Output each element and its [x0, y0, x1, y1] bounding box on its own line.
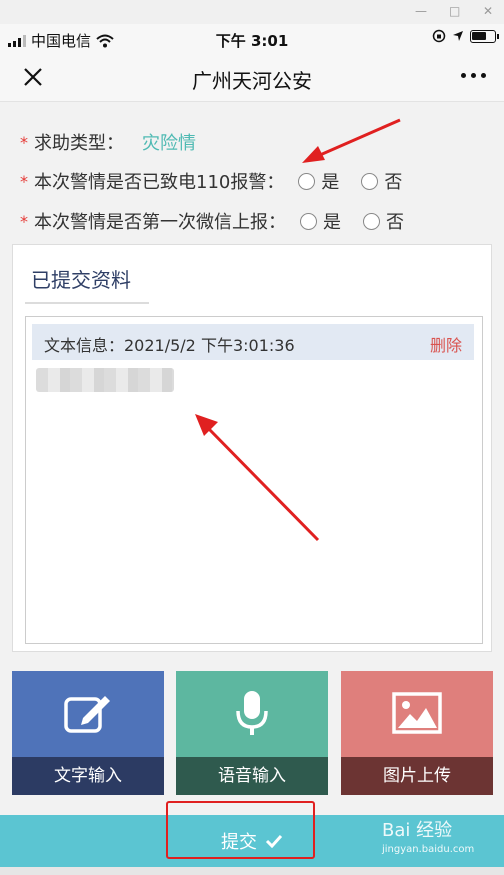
q1-yes-label[interactable]: 是 [321, 168, 339, 194]
input-buttons: 文字输入 语音输入 图片上传 [0, 671, 504, 795]
help-type-row: * 求助类型： 灾险情 [20, 129, 196, 155]
question-first-report: * 本次警情是否第一次微信上报： 是 否 [20, 208, 404, 234]
annotation-highlight-box [166, 801, 315, 859]
page-title: 广州天河公安 [192, 69, 312, 93]
main-content: * 求助类型： 灾险情 * 本次警情是否已致电110报警： 是 否 * 本次警情… [0, 103, 504, 815]
microphone-icon [236, 691, 268, 735]
more-icon[interactable] [461, 73, 486, 78]
close-window-icon[interactable]: ✕ [483, 4, 493, 18]
status-bar: 中国电信 下午 3:01 [0, 24, 504, 54]
q1-no-radio[interactable] [361, 172, 379, 190]
help-type-label: 求助类型： [34, 133, 124, 154]
baidu-watermark: Bai 经验 jingyan.baidu.com [382, 816, 474, 855]
image-upload-label: 图片上传 [341, 757, 493, 795]
required-mark: * [20, 132, 28, 152]
bottom-strip [0, 867, 504, 875]
q1-yes-radio[interactable] [298, 172, 316, 190]
required-mark: * [20, 171, 28, 191]
q2-yes-radio[interactable] [300, 212, 317, 230]
edit-icon [64, 696, 110, 733]
location-icon [453, 31, 463, 41]
submitted-list: 文本信息：2021/5/2 下午3:01:36 删除 [25, 316, 483, 644]
title-underline [25, 302, 149, 304]
question-first-report-label: 本次警情是否第一次微信上报： [34, 212, 286, 233]
orientation-lock-icon [432, 29, 446, 43]
q2-no-label[interactable]: 否 [386, 208, 404, 234]
voice-input-label: 语音输入 [176, 757, 328, 795]
q1-no-label[interactable]: 否 [384, 168, 402, 194]
question-called-110-label: 本次警情是否已致电110报警： [34, 172, 285, 193]
delete-button[interactable]: 删除 [430, 332, 462, 356]
maximize-icon[interactable]: □ [449, 4, 460, 18]
voice-input-button[interactable]: 语音输入 [176, 671, 328, 795]
q2-yes-label[interactable]: 是 [323, 208, 341, 234]
image-upload-button[interactable]: 图片上传 [341, 671, 493, 795]
watermark-text: Bai 经验 [382, 820, 453, 841]
nav-bar: 广州天河公安 [0, 54, 504, 102]
help-type-value[interactable]: 灾险情 [142, 129, 196, 155]
submitted-data-panel: 已提交资料 文本信息：2021/5/2 下午3:01:36 删除 [12, 244, 492, 652]
text-input-label: 文字输入 [12, 757, 164, 795]
text-input-button[interactable]: 文字输入 [12, 671, 164, 795]
redacted-text [36, 368, 174, 392]
image-icon [392, 692, 442, 734]
required-mark: * [20, 211, 28, 231]
watermark-url: jingyan.baidu.com [382, 844, 475, 855]
submitted-data-title: 已提交资料 [31, 268, 131, 292]
q2-no-radio[interactable] [363, 212, 380, 230]
question-called-110: * 本次警情是否已致电110报警： 是 否 [20, 168, 402, 194]
entry-label: 文本信息：2021/5/2 下午3:01:36 [44, 336, 295, 355]
submitted-entry: 文本信息：2021/5/2 下午3:01:36 删除 [32, 324, 474, 360]
battery-icon [470, 29, 499, 43]
window-titlebar: — □ ✕ [0, 0, 504, 24]
status-time: 下午 3:01 [215, 32, 289, 50]
minimize-icon[interactable]: — [415, 4, 427, 18]
